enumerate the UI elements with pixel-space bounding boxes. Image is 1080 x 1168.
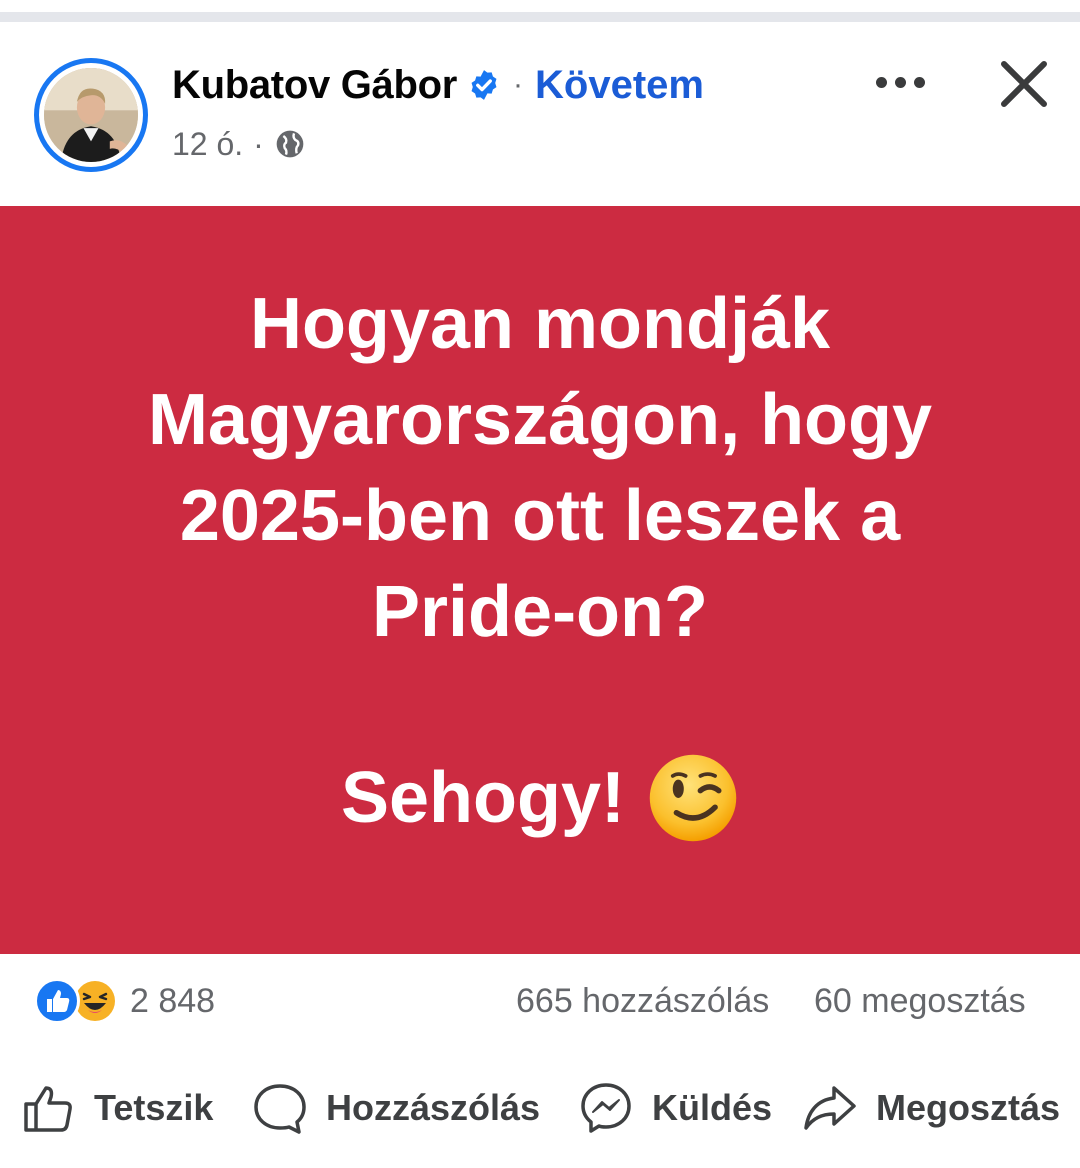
avatar[interactable] (34, 58, 148, 172)
thumbs-up-icon (24, 1086, 72, 1132)
comment-button[interactable]: Hozzászólás (252, 1078, 540, 1138)
top-divider (0, 12, 1080, 22)
messenger-icon (581, 1083, 631, 1133)
reactions-summary[interactable]: 2 848 (34, 978, 215, 1024)
post-text-card[interactable]: Hogyan mondják Magyarországon, hogy 2025… (0, 206, 1080, 954)
comment-label: Hozzászólás (326, 1087, 541, 1128)
globe-icon[interactable] (274, 128, 306, 160)
like-label: Tetszik (94, 1087, 214, 1128)
like-reaction-icon (34, 978, 80, 1024)
wink-emoji-icon (647, 752, 739, 844)
separator-dot: · (513, 68, 524, 101)
like-button[interactable]: Tetszik (20, 1078, 213, 1138)
post-answer-text: Sehogy! (340, 758, 626, 838)
more-options-icon[interactable] (868, 60, 932, 104)
close-icon[interactable] (992, 52, 1056, 116)
comments-count[interactable]: 665 hozzászólás (516, 982, 769, 1021)
post-header: Kubatov Gábor · Követem 12 ó. · (0, 22, 1080, 206)
share-label: Megosztás (876, 1087, 1061, 1128)
meta-separator: · (253, 125, 264, 162)
follow-button[interactable]: Követem (535, 63, 704, 108)
verified-badge-icon (467, 68, 501, 102)
share-button[interactable]: Megosztás (802, 1078, 1060, 1138)
post-actions: Tetszik Hozzászólás Küldés Megosztás (0, 1066, 1080, 1152)
avatar-image (44, 68, 138, 162)
author-name[interactable]: Kubatov Gábor (172, 63, 457, 108)
post-stats: 2 848 665 hozzászólás 60 megosztás (0, 960, 1080, 1040)
shares-count[interactable]: 60 megosztás (814, 982, 1026, 1021)
post-meta: 12 ó. · (172, 124, 306, 164)
comment-bubble-icon (254, 1084, 306, 1134)
post-time[interactable]: 12 ó. (172, 126, 243, 163)
post-answer-row: Sehogy! (341, 752, 739, 844)
reaction-count: 2 848 (130, 981, 216, 1020)
author-row: Kubatov Gábor · Követem (172, 62, 704, 108)
share-arrow-icon (804, 1086, 856, 1130)
send-button[interactable]: Küldés (578, 1078, 772, 1138)
post-question-text: Hogyan mondják Magyarországon, hogy 2025… (147, 284, 933, 652)
send-label: Küldés (652, 1087, 773, 1128)
